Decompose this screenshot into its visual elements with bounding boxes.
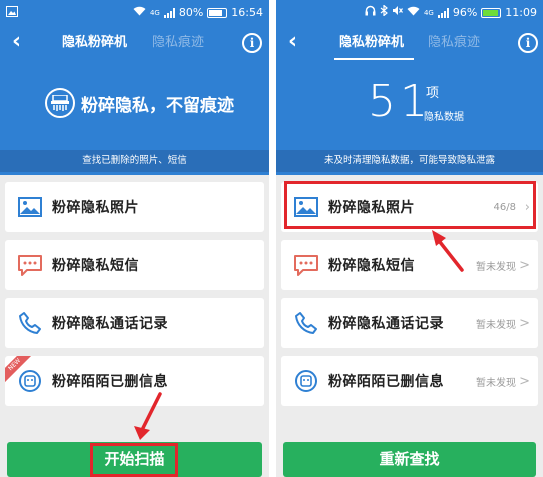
nav-bar: ‹ 隐私粉碎机 隐私痕迹 i (0, 26, 269, 60)
tab-privacy-traces[interactable]: 隐私痕迹 (152, 34, 204, 52)
signal-icon (437, 8, 449, 18)
wifi-icon (407, 0, 420, 26)
left-screen: 4G 80% 16:54 ‹ 隐私粉碎机 隐私痕迹 i 粉碎隐私，不留痕迹 查找… (0, 0, 269, 477)
list-item[interactable]: 粉碎陌陌已删信息 暂未发现 > (281, 356, 538, 406)
highlight-box (90, 443, 178, 477)
tab-shredder[interactable]: 隐私粉碎机 (339, 34, 404, 52)
list-item-label: 粉碎隐私通话记录 (328, 316, 444, 332)
list-item[interactable]: 粉碎隐私短信 (5, 240, 264, 290)
clock: 16:54 (231, 6, 263, 19)
nav-bar: ‹ 隐私粉碎机 隐私痕迹 i (276, 26, 543, 60)
network-label: 4G (423, 9, 434, 17)
shredder-icon (45, 88, 75, 118)
hero-title: 粉碎隐私，不留痕迹 (81, 95, 234, 116)
info-icon[interactable]: i (242, 33, 262, 53)
phone-icon (292, 311, 320, 335)
red-arrow-icon (134, 392, 162, 440)
phone-icon (16, 311, 44, 335)
mute-icon (392, 0, 403, 26)
list-item[interactable]: 粉碎隐私短信 暂未发现 > (281, 240, 538, 290)
battery-icon (207, 8, 228, 18)
privacy-count: 51 (368, 76, 432, 127)
active-tab-indicator (334, 58, 414, 60)
network-label: 4G (149, 9, 160, 17)
headset-icon (365, 0, 376, 26)
item-status: 暂未发现 (476, 377, 516, 389)
item-status: 暂未发现 (476, 319, 516, 331)
chevron-right-icon: > (519, 257, 530, 273)
back-arrow-icon[interactable]: ‹ (12, 30, 21, 54)
list-item-label: 粉碎陌陌已删信息 (328, 374, 444, 390)
message-icon (16, 253, 44, 277)
right-screen: 4G 96% 11:09 ‹ 隐私粉碎机 隐私痕迹 i 51 项 隐私数据 未及… (276, 0, 543, 477)
status-bar: 4G 96% 11:09 (276, 0, 543, 26)
chevron-right-icon: > (519, 373, 530, 389)
momo-icon (292, 369, 320, 393)
list-item-label: 粉碎隐私通话记录 (52, 316, 168, 332)
battery-percent: 80% (178, 6, 204, 19)
item-status: 暂未发现 (476, 261, 516, 273)
bluetooth-icon (380, 0, 388, 26)
highlight-box (284, 181, 536, 229)
list-item[interactable]: 粉碎隐私通话记录 (5, 298, 264, 348)
rescan-button[interactable]: 重新查找 (283, 442, 536, 477)
info-icon[interactable]: i (518, 33, 538, 53)
signal-icon (163, 8, 175, 18)
red-arrow-icon (432, 230, 464, 272)
image-icon (6, 0, 18, 26)
momo-icon (16, 369, 44, 393)
hint-banner: 查找已删除的照片、短信 (0, 150, 269, 172)
wifi-icon (133, 0, 146, 26)
list-item-label: 粉碎隐私照片 (52, 200, 139, 216)
battery-percent: 96% (452, 6, 478, 19)
list-item[interactable]: 粉碎隐私照片 (5, 182, 264, 232)
back-arrow-icon[interactable]: ‹ (288, 30, 297, 54)
count-unit: 项 (426, 86, 440, 101)
list-item-label: 粉碎隐私短信 (52, 258, 139, 274)
warning-banner: 未及时清理隐私数据，可能导致隐私泄露 (276, 150, 543, 172)
chevron-right-icon: > (519, 315, 530, 331)
hero: 粉碎隐私，不留痕迹 (45, 88, 234, 118)
image-icon (16, 195, 44, 219)
tab-privacy-traces[interactable]: 隐私痕迹 (428, 34, 480, 52)
tab-shredder[interactable]: 隐私粉碎机 (62, 34, 127, 52)
battery-icon (481, 8, 502, 18)
list-item-label: 粉碎陌陌已删信息 (52, 374, 168, 390)
list-item-label: 粉碎隐私短信 (328, 258, 415, 274)
clock: 11:09 (505, 6, 537, 19)
message-icon (292, 253, 320, 277)
count-label: 隐私数据 (424, 112, 464, 123)
status-bar: 4G 80% 16:54 (0, 0, 269, 26)
list-item[interactable]: 粉碎隐私通话记录 暂未发现 > (281, 298, 538, 348)
